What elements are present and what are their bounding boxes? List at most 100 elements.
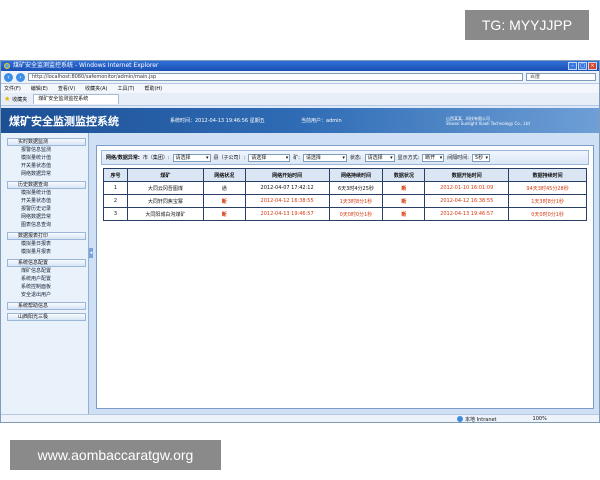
sidebar-item[interactable]: 开关量状态值 xyxy=(7,162,86,170)
sidebar-group-config: 系统信息配置 煤矿信息配置 系统用户配置 系统控制面板 安全退出用户 xyxy=(7,259,86,299)
cell-data-duration: 1天3时8分1秒 xyxy=(508,194,587,208)
address-bar: ‹ › http://localhost:8080/safemonitor/ad… xyxy=(1,71,599,84)
menu-favorites[interactable]: 收藏夹(A) xyxy=(85,85,107,92)
cell-net-start: 2012-04-13 19:46:57 xyxy=(244,207,330,221)
maximize-icon[interactable]: □ xyxy=(578,62,587,70)
cell-net-duration: 6天3时4分25秒 xyxy=(328,181,384,195)
current-user: 当前用户：admin xyxy=(301,118,342,124)
sidebar-item[interactable]: 网络数据异常 xyxy=(7,170,86,178)
sidebar-group-help: 系统帮助信息 xyxy=(7,302,86,310)
app-title: 煤矿安全监测监控系统 xyxy=(9,114,119,128)
sidebar-toggle-icon[interactable]: ◂ xyxy=(89,248,93,258)
sidebar-item[interactable]: 模拟量日报表 xyxy=(7,240,86,248)
cell-no: 3 xyxy=(103,207,128,221)
col-header: 煤矿 xyxy=(126,168,204,182)
sidebar-item[interactable]: 系统控制面板 xyxy=(7,283,86,291)
sidebar-group-head[interactable]: 实时数据监测 xyxy=(7,138,86,146)
county-select[interactable]: 请选择 xyxy=(248,153,291,162)
forward-icon[interactable]: › xyxy=(16,72,25,82)
menu-help[interactable]: 帮助(H) xyxy=(144,85,162,92)
sidebar-group-reports: 数据报表打印 模拟量日报表 模拟量月报表 xyxy=(7,232,86,256)
cell-data-start: 2012-04-12 16:38:55 xyxy=(424,194,510,208)
tab-bar: ★ 收藏夹 煤矿安全监测监控系统 xyxy=(1,93,599,106)
sidebar-group-head[interactable]: 山西阳光三极 xyxy=(7,313,86,321)
cell-net-start: 2012-04-12 16:38:55 xyxy=(244,194,330,208)
main-content: 网络/数据异常: 市（集团）: 请选择 县（子公司）: 请选择 矿: 请选择 状… xyxy=(96,145,594,409)
menu-file[interactable]: 文件(F) xyxy=(4,85,21,92)
sidebar-item[interactable]: 系统用户配置 xyxy=(7,275,86,283)
status-zone: 本地 Intranet xyxy=(457,416,497,423)
sidebar-item[interactable]: 报警历史记录 xyxy=(7,205,86,213)
cell-data-status: 断 xyxy=(382,181,426,195)
status-zone-label: 本地 Intranet xyxy=(465,416,497,423)
sidebar-item[interactable]: 开关量状态值 xyxy=(7,197,86,205)
sidebar-item[interactable]: 报警信息监测 xyxy=(7,146,86,154)
sidebar-item[interactable]: 模拟量统计值 xyxy=(7,189,86,197)
search-input[interactable]: 百度 xyxy=(526,73,596,81)
sidebar-group-head[interactable]: 历史数据查询 xyxy=(7,181,86,189)
cell-no: 1 xyxy=(103,181,128,195)
globe-icon xyxy=(457,416,463,422)
cell-data-status: 断 xyxy=(382,207,426,221)
app-header: 煤矿安全监测监控系统 系统时间：2012-04-13 19:46:56 星期五 … xyxy=(1,108,599,133)
status-select[interactable]: 请选择 xyxy=(364,153,395,162)
company-logo: 山西某某…科技有限公司 Shanxi Sunlight Xiaoli Techn… xyxy=(446,116,530,126)
cell-net-status: 断 xyxy=(202,207,246,221)
menu-bar: 文件(F) 编辑(E) 查看(V) 收藏夹(A) 工具(T) 帮助(H) xyxy=(1,84,599,93)
cell-data-start: 2012-04-13 19:46:57 xyxy=(424,207,510,221)
filter-label: 网络/数据异常: xyxy=(106,155,140,161)
mine-select[interactable]: 请选择 xyxy=(302,153,347,162)
status-bar: 本地 Intranet 100% xyxy=(1,414,599,423)
menu-edit[interactable]: 编辑(E) xyxy=(31,85,48,92)
minimize-icon[interactable]: – xyxy=(568,62,577,70)
window-title: 煤矿安全监测监控系统 - Windows Internet Explorer xyxy=(13,62,159,69)
close-icon[interactable]: × xyxy=(588,62,597,70)
table-row[interactable]: 3 大同阳城白沟煤矿 断 2012-04-13 19:46:57 0天0时0分1… xyxy=(103,207,587,221)
table-row[interactable]: 2 大同轩同焦宝寨 断 2012-04-12 16:38:55 1天3时8分1秒… xyxy=(103,194,587,208)
menu-view[interactable]: 查看(V) xyxy=(58,85,75,92)
interval-label: 间隔时间: xyxy=(447,155,469,161)
city-select[interactable]: 请选择 xyxy=(172,153,211,162)
sidebar-item[interactable]: 安全退出用户 xyxy=(7,291,86,299)
cell-no: 2 xyxy=(103,194,128,208)
interval-select[interactable]: 5秒 xyxy=(471,153,490,162)
zoom-level[interactable]: 100% xyxy=(533,416,547,422)
sidebar-group-head[interactable]: 系统信息配置 xyxy=(7,259,86,267)
sidebar-group-brand: 山西阳光三极 xyxy=(7,313,86,321)
table-header-row: 序号 煤矿 网络状况 网络开始时间 网络持续时间 数据状况 数据开始时间 数据持… xyxy=(103,168,587,182)
sidebar-item[interactable]: 图表信息查询 xyxy=(7,221,86,229)
col-header: 数据状况 xyxy=(382,168,426,182)
display-label: 显示方式: xyxy=(397,155,420,161)
window-titlebar: 煤矿安全监测监控系统 - Windows Internet Explorer –… xyxy=(1,61,599,71)
star-icon: ★ xyxy=(4,95,11,103)
col-header: 序号 xyxy=(103,168,128,182)
cell-net-duration: 1天3时8分1秒 xyxy=(328,194,384,208)
cell-net-start: 2012-04-07 17:42:12 xyxy=(244,181,330,195)
favorites-label: 收藏夹 xyxy=(12,96,28,103)
system-time: 系统时间：2012-04-13 19:46:56 星期五 xyxy=(170,118,265,124)
tab-main[interactable]: 煤矿安全监测监控系统 xyxy=(33,94,120,104)
menu-tools[interactable]: 工具(T) xyxy=(118,85,135,92)
table-row[interactable]: 1 大同云冈吾图煤 通 2012-04-07 17:42:12 6天3时4分25… xyxy=(103,181,587,195)
sidebar-item[interactable]: 模拟量统计值 xyxy=(7,154,86,162)
watermark-bottom: www.aombaccaratgw.org xyxy=(10,440,221,470)
sidebar-group-head[interactable]: 数据报表打印 xyxy=(7,232,86,240)
sidebar-item[interactable]: 模拟量月报表 xyxy=(7,248,86,256)
mine-label: 矿: xyxy=(293,155,300,161)
cell-data-start: 2012-01-10 16:01:09 xyxy=(424,181,510,195)
col-header: 网络持续时间 xyxy=(328,168,384,182)
col-header: 网络状况 xyxy=(202,168,246,182)
sidebar-group-realtime: 实时数据监测 报警信息监测 模拟量统计值 开关量状态值 网络数据异常 xyxy=(7,138,86,178)
sidebar: 实时数据监测 报警信息监测 模拟量统计值 开关量状态值 网络数据异常 历史数据查… xyxy=(1,133,89,414)
sidebar-item[interactable]: 网络数据异常 xyxy=(7,213,86,221)
favorites-button[interactable]: ★ 收藏夹 xyxy=(4,95,27,103)
cell-mine: 大同轩同焦宝寨 xyxy=(126,194,204,208)
col-header: 数据开始时间 xyxy=(424,168,510,182)
display-select[interactable]: 断开 xyxy=(422,153,445,162)
sidebar-group-head[interactable]: 系统帮助信息 xyxy=(7,302,86,310)
back-icon[interactable]: ‹ xyxy=(4,72,13,82)
browser-window: 煤矿安全监测监控系统 - Windows Internet Explorer –… xyxy=(0,60,600,423)
sidebar-item[interactable]: 煤矿信息配置 xyxy=(7,267,86,275)
address-input[interactable]: http://localhost:8080/safemonitor/admin/… xyxy=(28,73,523,81)
cell-net-duration: 0天0时0分1秒 xyxy=(328,207,384,221)
